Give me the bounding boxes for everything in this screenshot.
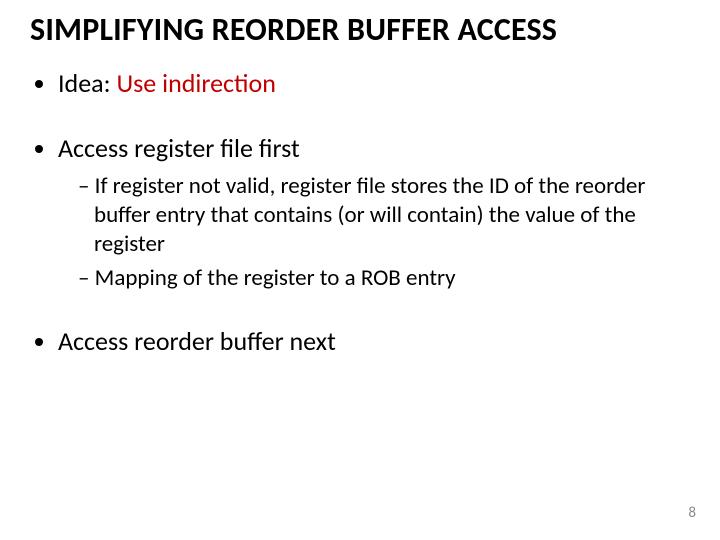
bullet-access-regfile: Access register file first If register n…	[58, 132, 690, 294]
sub-bullet-mapping: Mapping of the register to a ROB entry	[78, 264, 690, 293]
bullet-idea: Idea: Use indirection	[58, 67, 690, 100]
bullet-idea-highlight: Use indirection	[116, 67, 275, 99]
bullet-access-rob: Access reorder buffer next	[58, 325, 690, 358]
slide: SIMPLIFYING REORDER BUFFER ACCESS Idea: …	[0, 0, 720, 540]
bullet-idea-prefix: Idea:	[58, 67, 116, 99]
sub-bullet-list: If register not valid, register file sto…	[58, 172, 690, 293]
bullet-access-regfile-text: Access register file first	[58, 132, 300, 164]
page-number: 8	[688, 504, 696, 522]
sub-bullet-regfile-id: If register not valid, register file sto…	[78, 172, 690, 258]
slide-title: SIMPLIFYING REORDER BUFFER ACCESS	[30, 10, 690, 49]
bullet-list: Idea: Use indirection Access register fi…	[30, 67, 690, 358]
